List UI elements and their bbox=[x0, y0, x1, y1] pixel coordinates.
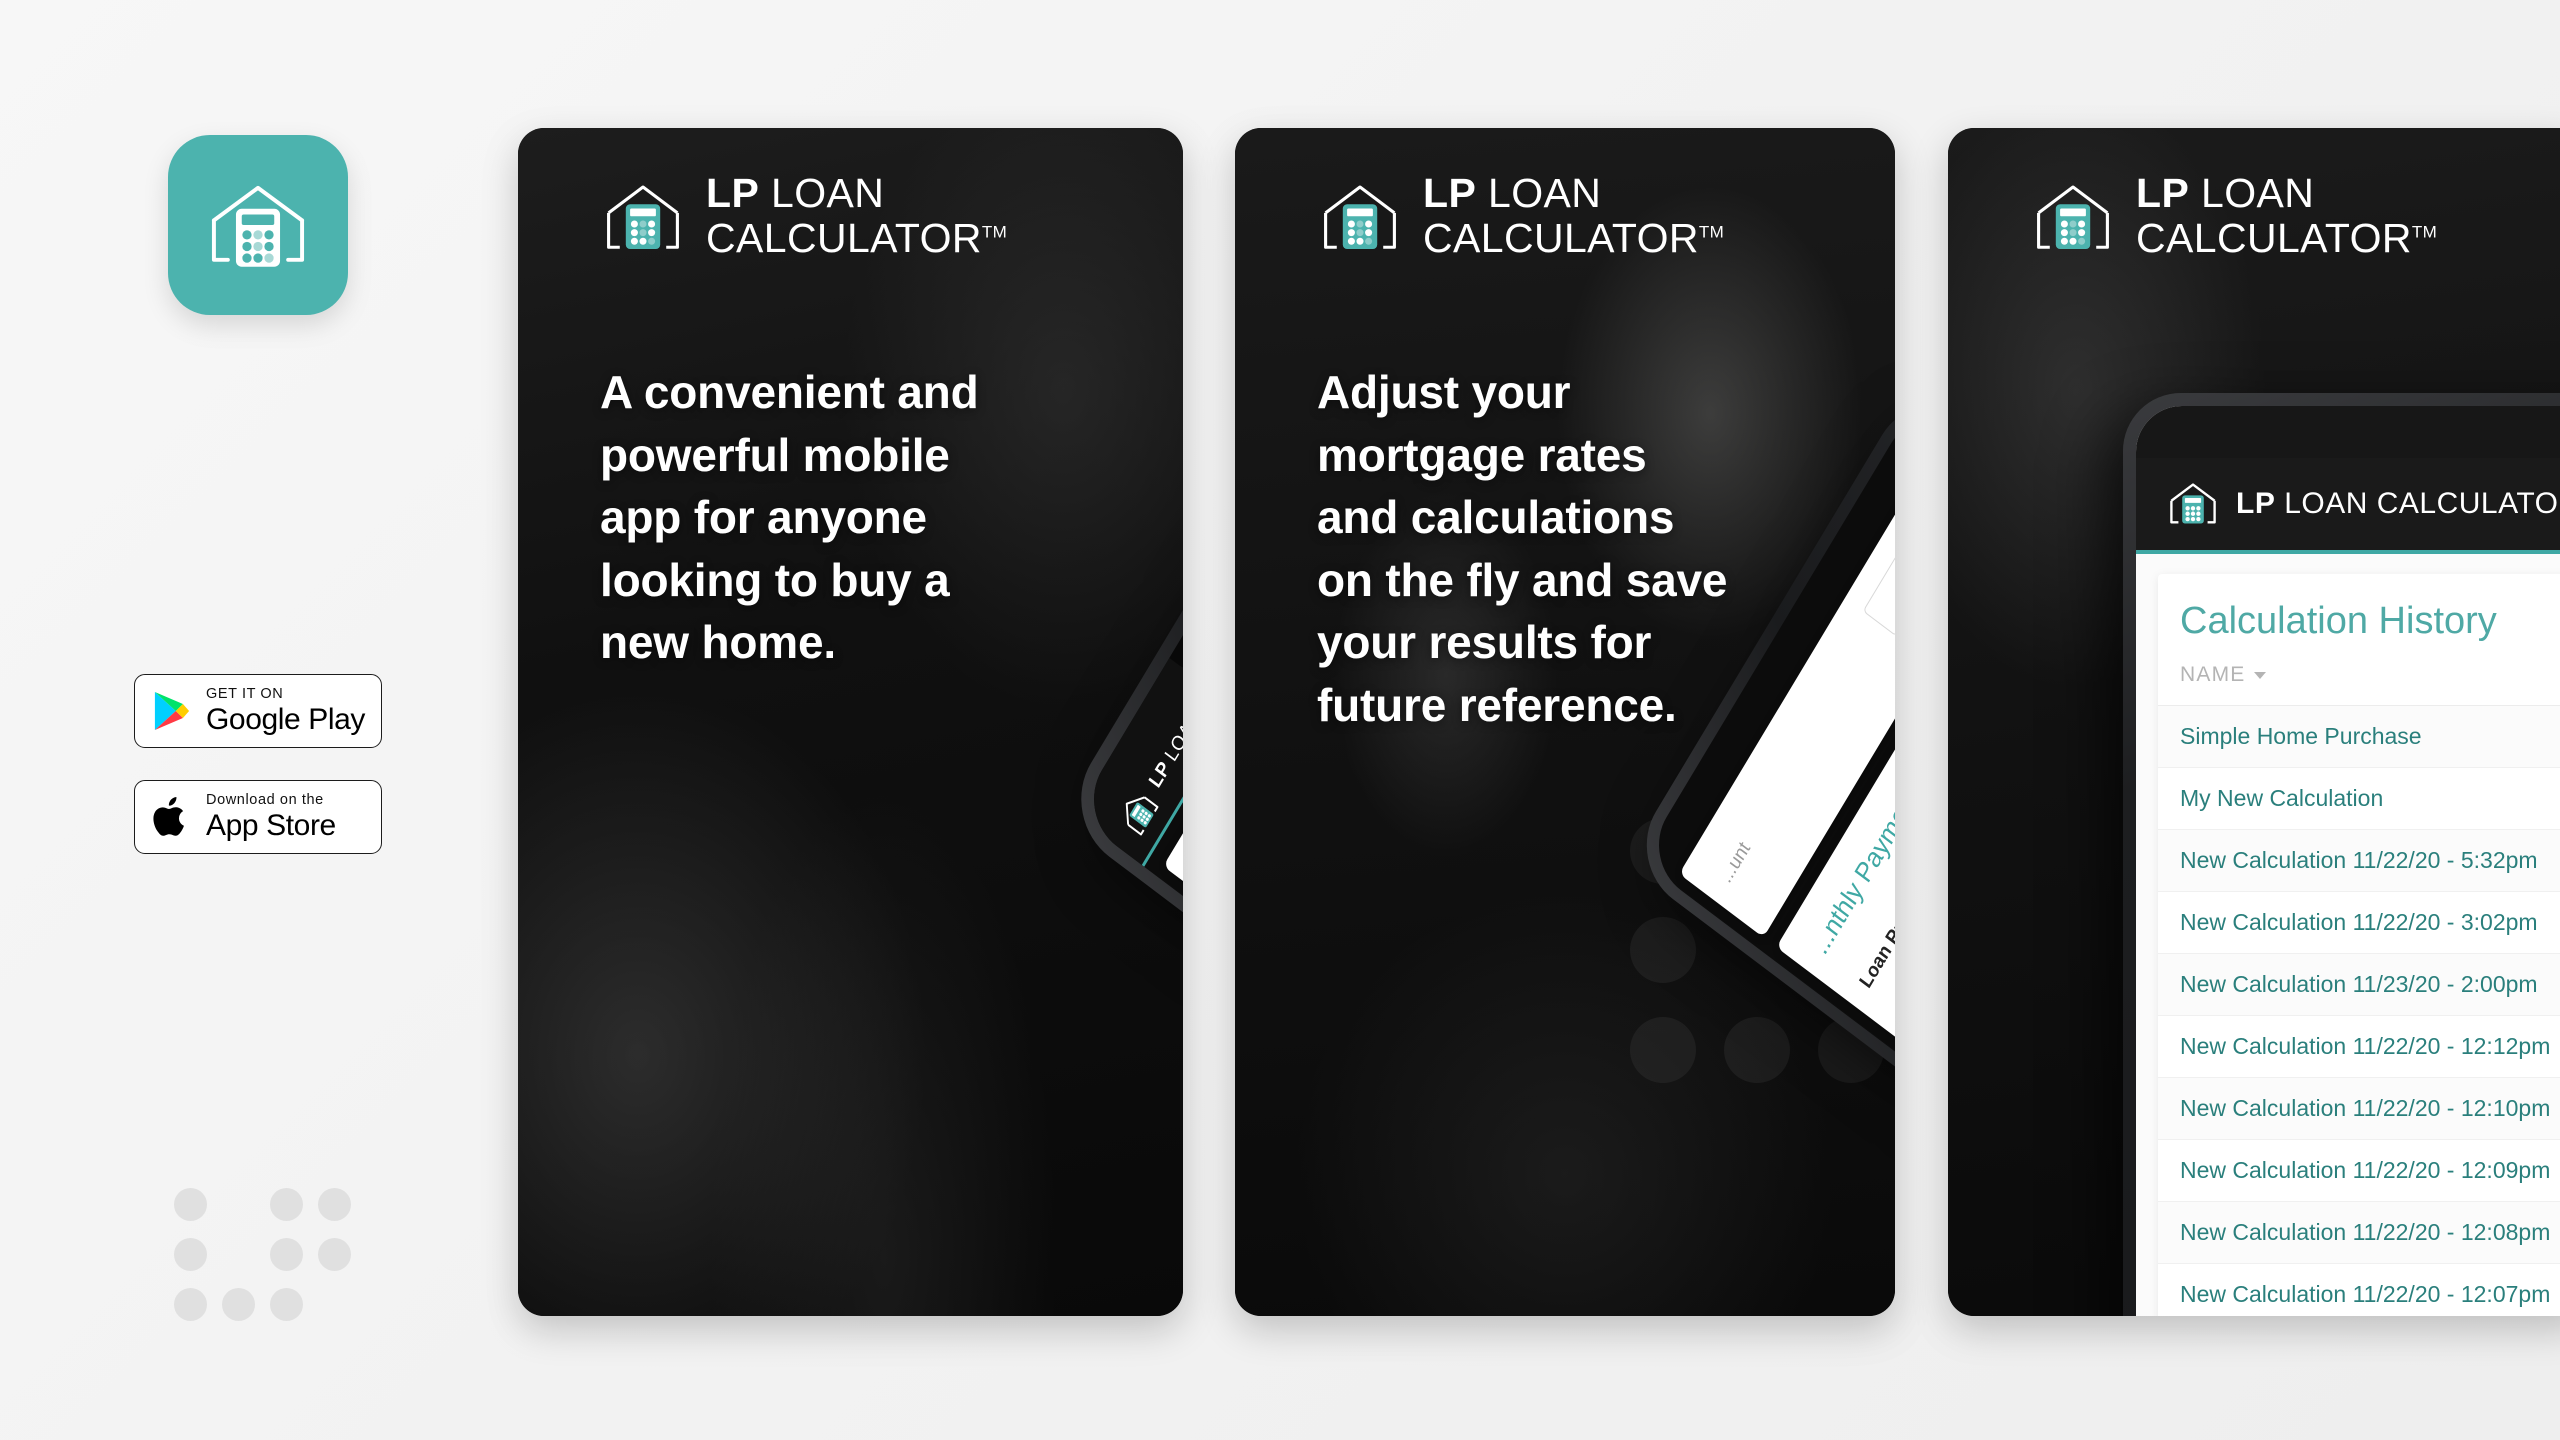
chevron-down-icon bbox=[2254, 671, 2267, 679]
list-item[interactable]: New Calculation 11/23/20 - 2:00pm bbox=[2158, 954, 2560, 1016]
dot bbox=[318, 1188, 351, 1221]
panel-2-headline: Adjust your mortgage rates and calculati… bbox=[1317, 366, 1728, 731]
google-play-small-text: GET IT ON bbox=[206, 685, 284, 702]
dot bbox=[270, 1188, 303, 1221]
app-store-large-text: App Store bbox=[206, 809, 336, 843]
dot bbox=[318, 1238, 351, 1271]
logo-line-1: LP LOAN bbox=[1423, 170, 1724, 216]
app-header-lp: LP bbox=[2236, 487, 2276, 520]
list-item[interactable]: Simple Home Purchase bbox=[2158, 706, 2560, 768]
logo-lp: LP bbox=[2136, 170, 2190, 216]
google-play-icon bbox=[154, 692, 190, 730]
google-play-badge[interactable]: GET IT ON Google Play bbox=[134, 674, 382, 748]
app-header-bar: LP LOAN CALCULATORTM bbox=[2136, 458, 2560, 554]
logo-wordmark: LP LOAN CALCULATORTM bbox=[706, 170, 1007, 261]
calculation-history-body: Calculation History NAME Simple Home Pur… bbox=[2136, 554, 2560, 1316]
google-play-large-text: Google Play bbox=[206, 703, 366, 737]
house-calculator-logo-icon bbox=[2170, 483, 2216, 524]
logo-trademark: TM bbox=[2411, 222, 2438, 242]
calculation-history-list: Simple Home Purchase My New Calculation … bbox=[2158, 706, 2560, 1316]
lp-loan-calculator-app-icon[interactable] bbox=[168, 135, 348, 315]
house-calculator-logo-icon bbox=[607, 185, 679, 249]
dot-empty bbox=[318, 1288, 351, 1321]
app-store-badge-text: Download on the App Store bbox=[206, 793, 336, 842]
left-column: GET IT ON Google Play Download on the Ap… bbox=[0, 0, 520, 1440]
app-header-calculator: CALCULATOR bbox=[2376, 487, 2560, 520]
promo-panel-intro: LP LOAN CALCULATORTM A convenient and po… bbox=[518, 128, 1183, 1316]
apple-logo-icon bbox=[153, 796, 184, 836]
dot bbox=[270, 1238, 303, 1271]
list-item[interactable]: New Calculation 11/22/20 - 12:10pm bbox=[2158, 1078, 2560, 1140]
list-item[interactable]: New Calculation 11/22/20 - 12:12pm bbox=[2158, 1016, 2560, 1078]
google-play-badge-text: GET IT ON Google Play bbox=[206, 687, 365, 736]
loan-amount-summary-label: ...unt bbox=[1716, 838, 1755, 888]
panel-logo-lockup: LP LOAN CALCULATORTM bbox=[2030, 170, 2437, 261]
list-item[interactable]: New Calculation 11/22/20 - 5:32pm bbox=[2158, 830, 2560, 892]
panel-1-headline: A convenient and powerful mobile app for… bbox=[600, 366, 979, 669]
promo-page: GET IT ON Google Play Download on the Ap… bbox=[0, 0, 2560, 1440]
logo-line-2: CALCULATORTM bbox=[2136, 216, 2437, 261]
dot bbox=[174, 1188, 207, 1221]
logo-line-1: LP LOAN bbox=[706, 170, 1007, 216]
logo-trademark: TM bbox=[981, 222, 1008, 242]
list-item[interactable]: New Calculation 11/22/20 - 12:09pm bbox=[2158, 1140, 2560, 1202]
dot bbox=[270, 1288, 303, 1321]
promo-panel-adjust: LP LOAN CALCULATORTM Adjust your mortgag… bbox=[1235, 128, 1895, 1316]
list-item[interactable]: New Calculation 11/22/20 - 12:08pm bbox=[2158, 1202, 2560, 1264]
calculation-history-title: Calculation History bbox=[2180, 600, 2497, 642]
panel-logo-lockup: LP LOAN CALCULATORTM bbox=[1317, 170, 1724, 261]
logo-line-2: CALCULATORTM bbox=[706, 216, 1007, 261]
house-calculator-logo-icon bbox=[1324, 185, 1396, 249]
name-column-label: NAME bbox=[2180, 663, 2246, 686]
app-store-badge[interactable]: Download on the App Store bbox=[134, 780, 382, 854]
promo-panel-history: LP LOAN CALCULATORTM LP LOAN CALCULATO C… bbox=[1948, 128, 2560, 1316]
phone-mockup-calculation-history: LP LOAN CALCULATORTM Calculation History… bbox=[2123, 393, 2560, 1316]
house-calculator-glyph bbox=[211, 185, 305, 267]
decorative-dot-grid bbox=[174, 1188, 354, 1328]
dot bbox=[222, 1288, 255, 1321]
logo-lp: LP bbox=[1423, 170, 1477, 216]
app-header-loan: LOAN bbox=[2284, 487, 2368, 520]
dot bbox=[174, 1238, 207, 1271]
list-item[interactable]: New Calculation 11/22/20 - 12:07pm bbox=[2158, 1264, 2560, 1316]
list-item[interactable]: My New Calculation bbox=[2158, 768, 2560, 830]
logo-line-1: LP LOAN bbox=[2136, 170, 2437, 216]
logo-wordmark: LP LOAN CALCULATORTM bbox=[1423, 170, 1724, 261]
logo-wordmark: LP LOAN CALCULATORTM bbox=[2136, 170, 2437, 261]
logo-trademark: TM bbox=[1698, 222, 1725, 242]
app-header-loan: LOAN bbox=[1160, 706, 1183, 766]
logo-loan: LOAN bbox=[771, 170, 885, 216]
logo-loan: LOAN bbox=[1488, 170, 1602, 216]
dot-empty bbox=[222, 1188, 255, 1221]
phone-3-screen: LP LOAN CALCULATORTM Calculation History… bbox=[2136, 406, 2560, 1316]
app-store-small-text: Download on the bbox=[206, 791, 324, 808]
list-item[interactable]: New Calculation 11/22/20 - 3:02pm bbox=[2158, 892, 2560, 954]
logo-loan: LOAN bbox=[2201, 170, 2315, 216]
app-header-lp: LP bbox=[1145, 757, 1175, 792]
dot-empty bbox=[222, 1238, 255, 1271]
logo-calculator: CALCULATOR bbox=[1423, 215, 1699, 262]
panel-logo-lockup: LP LOAN CALCULATORTM bbox=[600, 170, 1007, 261]
logo-lp: LP bbox=[706, 170, 760, 216]
loan-amount-summary-value: $0 bbox=[1862, 467, 1895, 637]
logo-line-2: CALCULATORTM bbox=[1423, 216, 1724, 261]
dot bbox=[174, 1288, 207, 1321]
logo-calculator: CALCULATOR bbox=[2136, 215, 2412, 262]
panel-background-photo bbox=[518, 128, 1183, 1316]
calculation-history-card: Calculation History NAME Simple Home Pur… bbox=[2158, 574, 2560, 1316]
phone-status-bar bbox=[2136, 406, 2560, 458]
house-calculator-logo-icon bbox=[2037, 185, 2109, 249]
name-column-header[interactable]: NAME bbox=[2158, 643, 2560, 706]
house-calculator-logo-icon bbox=[1125, 796, 1159, 836]
app-header-wordmark: LP LOAN CALCULATORTM bbox=[2236, 487, 2560, 521]
logo-calculator: CALCULATOR bbox=[706, 215, 982, 262]
